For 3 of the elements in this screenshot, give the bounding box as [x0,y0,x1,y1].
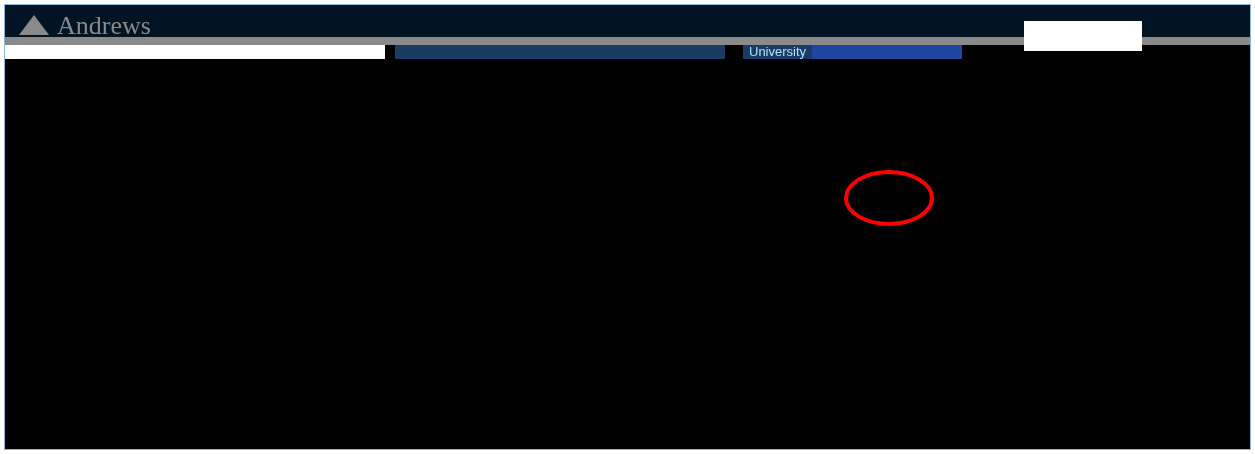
mountain-icon [17,13,51,35]
logo-text: Andrews [57,13,151,39]
nav-label: University [743,45,813,59]
